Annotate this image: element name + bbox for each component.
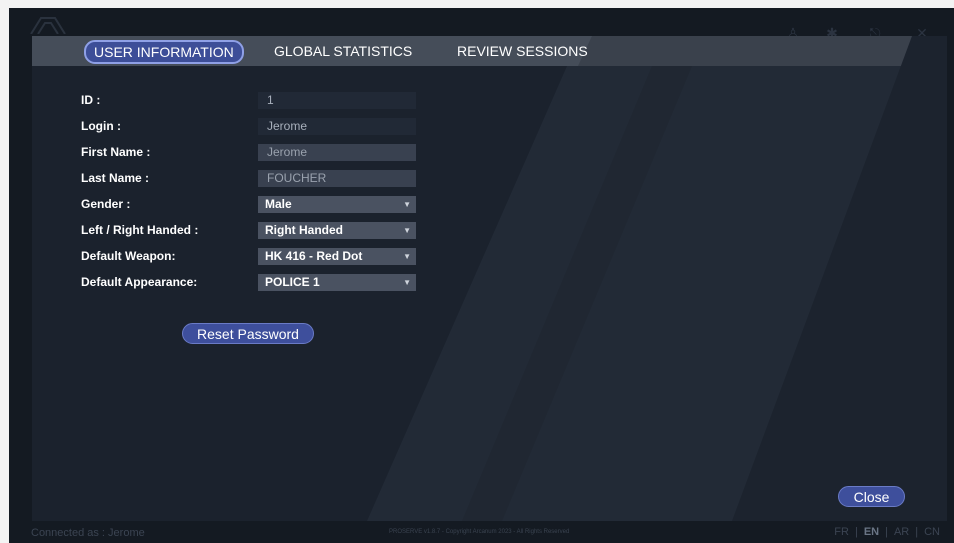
first-name-label: First Name : (81, 145, 151, 159)
login-field: Jerome (258, 118, 416, 135)
appearance-label: Default Appearance: (81, 275, 198, 289)
copyright-text: PROSERVE v1.8.7 - Copyright Arcanum 2023… (389, 529, 570, 535)
chevron-down-icon: ▼ (403, 252, 411, 261)
reset-password-button[interactable]: Reset Password (182, 323, 314, 344)
close-button[interactable]: Close (838, 486, 905, 507)
user-panel: USER INFORMATION GLOBAL STATISTICS REVIE… (32, 36, 947, 521)
app-window: ♙ ✱ ⎋ ✕ USER INFORMATION GLOBAL STATISTI… (9, 8, 954, 543)
handed-value: Right Handed (265, 223, 343, 237)
weapon-select[interactable]: HK 416 - Red Dot ▼ (258, 248, 416, 265)
first-name-field[interactable]: Jerome (258, 144, 416, 161)
gender-value: Male (265, 197, 292, 211)
chevron-down-icon: ▼ (403, 278, 411, 287)
tab-bar: USER INFORMATION GLOBAL STATISTICS REVIE… (32, 36, 947, 66)
id-field: 1 (258, 92, 416, 109)
tab-review-sessions[interactable]: REVIEW SESSIONS (449, 40, 596, 62)
appearance-select[interactable]: POLICE 1 ▼ (258, 274, 416, 291)
id-label: ID : (81, 93, 101, 107)
handed-select[interactable]: Right Handed ▼ (258, 222, 416, 239)
handed-label: Left / Right Handed : (81, 223, 199, 237)
weapon-value: HK 416 - Red Dot (265, 249, 363, 263)
login-label: Login : (81, 119, 121, 133)
language-fr[interactable]: FR (834, 526, 849, 538)
language-switcher: FR | EN | AR | CN (834, 526, 940, 538)
chevron-down-icon: ▼ (403, 226, 411, 235)
status-bar: Connected as : Jerome PROSERVE v1.8.7 - … (9, 523, 954, 543)
app-logo-icon (30, 17, 66, 34)
language-ar[interactable]: AR (894, 526, 909, 538)
weapon-label: Default Weapon: (81, 249, 176, 263)
gender-select[interactable]: Male ▼ (258, 196, 416, 213)
connected-user-text: Connected as : Jerome (31, 527, 145, 539)
tab-global-statistics[interactable]: GLOBAL STATISTICS (266, 40, 420, 62)
appearance-value: POLICE 1 (265, 275, 320, 289)
chevron-down-icon: ▼ (403, 200, 411, 209)
language-cn[interactable]: CN (924, 526, 940, 538)
last-name-field[interactable]: FOUCHER (258, 170, 416, 187)
last-name-label: Last Name : (81, 171, 150, 185)
tab-user-information[interactable]: USER INFORMATION (84, 40, 244, 64)
gender-label: Gender : (81, 197, 131, 211)
language-en[interactable]: EN (864, 526, 879, 538)
